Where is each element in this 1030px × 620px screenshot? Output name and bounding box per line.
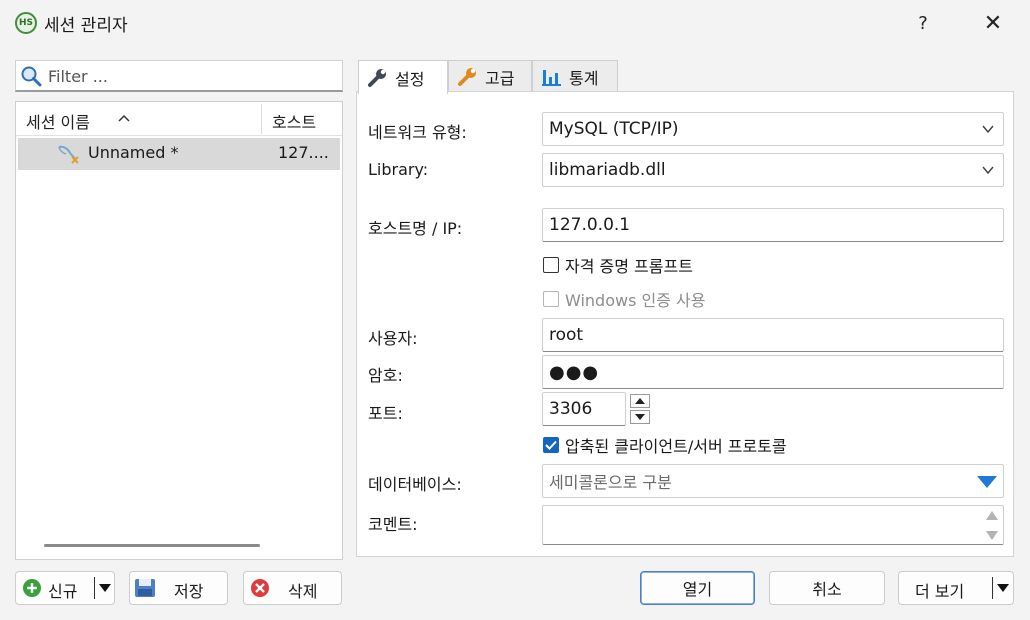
scroll-up-icon[interactable] [986,511,998,520]
tab-advanced-label: 고급 [485,68,515,88]
chevron-down-icon [982,166,994,175]
sort-ascending-icon [118,114,130,122]
delete-button[interactable]: 삭제 [243,571,342,605]
network-type-select[interactable]: MySQL (TCP/IP) [542,112,1004,146]
delete-label: 삭제 [288,582,318,601]
port-value: 3306 [549,399,593,419]
credential-prompt-label: 자격 증명 프롬프트 [565,257,693,276]
windows-auth-label: Windows 인증 사용 [565,291,706,310]
scroll-down-icon[interactable] [986,531,998,540]
more-label: 더 보기 [915,582,965,601]
port-label: 포트: [368,404,403,423]
chevron-down-icon [982,125,994,134]
password-value: ●●● [549,361,600,383]
title-bar: HS 세션 관리자 ? ✕ [0,0,1030,46]
help-label: ? [918,12,928,34]
network-type-value: MySQL (TCP/IP) [549,119,679,139]
filter-field[interactable] [15,60,343,92]
port-increment-button[interactable] [630,394,650,408]
app-logo-icon: HS [15,12,37,34]
user-value: root [549,325,584,345]
horizontal-scrollbar[interactable] [44,544,260,547]
tree-header: 세션 이름 호스트 [16,102,342,136]
compressed-protocol-label: 압축된 클라이언트/서버 프로토콜 [565,437,787,456]
more-dropdown-icon[interactable] [997,584,1009,592]
host-value: 127.0.0.1 [549,215,631,235]
close-icon: ✕ [983,10,1003,36]
bar-chart-icon [542,69,561,86]
wrench-icon [368,68,386,87]
windows-auth-option[interactable]: Windows 인증 사용 [543,287,705,311]
save-disk-icon [135,579,155,597]
checkmark-icon [545,440,557,450]
user-input[interactable]: root [542,318,1004,352]
database-placeholder: 세미콜론으로 구분 [549,473,672,492]
more-button[interactable]: 더 보기 [898,571,1014,605]
compressed-protocol-checkbox[interactable] [543,437,559,453]
dropdown-arrow-icon [977,476,997,488]
add-icon [23,579,41,597]
split-divider [992,577,993,599]
cancel-button[interactable]: 취소 [769,571,885,605]
split-divider [94,577,95,599]
window-title: 세션 관리자 [44,16,128,36]
mysql-dolphin-icon [58,145,79,164]
tab-advanced[interactable]: 고급 [448,60,532,92]
comment-textarea[interactable] [542,505,1004,545]
tab-statistics[interactable]: 통계 [532,60,618,92]
session-tree[interactable]: 세션 이름 호스트 Unnamed * 127.... [15,101,343,560]
database-label: 데이터베이스: [368,475,462,494]
settings-panel: 네트워크 유형: MySQL (TCP/IP) Library: libmari… [356,91,1014,557]
new-session-label: 신규 [48,582,78,601]
windows-auth-checkbox[interactable] [543,291,559,307]
tab-settings-label: 설정 [395,69,425,89]
user-label: 사용자: [368,329,418,348]
arrow-down-icon [635,414,645,420]
column-divider[interactable] [261,104,262,134]
host-input[interactable]: 127.0.0.1 [542,208,1004,242]
comment-label: 코멘트: [368,515,418,534]
session-name: Unnamed * [88,143,179,162]
delete-icon [251,579,269,597]
database-select[interactable]: 세미콜론으로 구분 [542,464,1004,498]
new-session-dropdown-icon[interactable] [99,584,111,592]
save-label: 저장 [174,582,204,601]
compressed-protocol-option[interactable]: 압축된 클라이언트/서버 프로토콜 [543,433,787,457]
new-session-button[interactable]: 신규 [15,571,115,605]
wrench-orange-icon [458,67,476,86]
library-value: libmariadb.dll [549,160,666,180]
host-label: 호스트명 / IP: [368,219,463,238]
library-label: Library: [368,160,429,179]
port-input[interactable]: 3306 [542,392,626,426]
open-button[interactable]: 열기 [640,571,755,605]
port-decrement-button[interactable] [630,410,650,424]
library-select[interactable]: libmariadb.dll [542,153,1004,187]
open-label: 열기 [682,580,713,599]
session-host: 127.... [278,143,329,162]
save-button[interactable]: 저장 [129,571,228,605]
help-button[interactable]: ? [903,8,943,38]
column-header-host[interactable]: 호스트 [272,109,316,133]
session-row[interactable]: Unnamed * 127.... [18,138,340,170]
password-label: 암호: [368,366,403,385]
tab-settings[interactable]: 설정 [358,60,448,94]
network-type-label: 네트워크 유형: [368,123,467,142]
search-icon [21,66,42,87]
cancel-label: 취소 [812,580,842,599]
column-header-session-name[interactable]: 세션 이름 [26,109,90,133]
credential-prompt-option[interactable]: 자격 증명 프롬프트 [543,253,693,277]
arrow-up-icon [635,398,645,404]
password-input[interactable]: ●●● [542,355,1004,389]
tab-statistics-label: 통계 [569,68,599,88]
app-logo-text: HS [18,18,33,28]
filter-input[interactable] [46,63,336,89]
credential-prompt-checkbox[interactable] [543,257,559,273]
close-button[interactable]: ✕ [973,8,1013,38]
